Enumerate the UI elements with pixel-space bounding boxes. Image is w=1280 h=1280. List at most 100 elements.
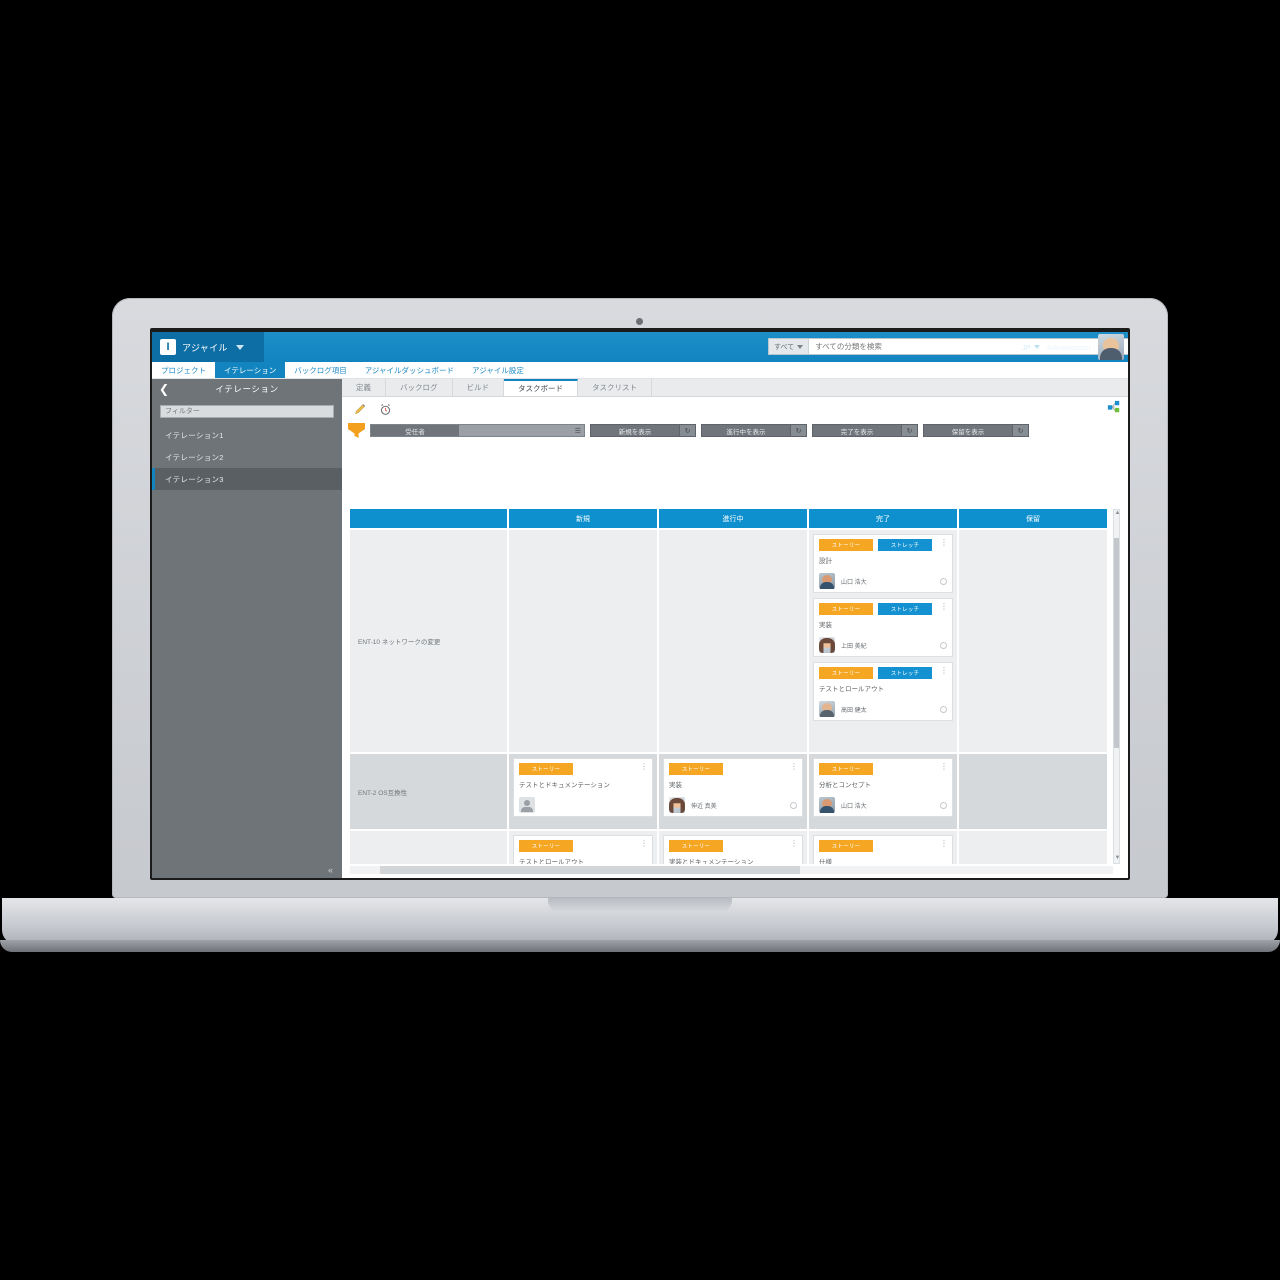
card-menu-icon[interactable]: ⋮ <box>640 763 648 771</box>
vertical-scrollbar[interactable]: ▲ ▼ <box>1113 509 1120 864</box>
card-badges: ストーリー ストレッチ <box>819 539 947 551</box>
board-column-header-done: 完了 <box>809 509 957 528</box>
tab-agile-settings[interactable]: アジャイル設定 <box>463 362 533 378</box>
card-title: 実装 <box>819 622 832 629</box>
tab-projects[interactable]: プロジェクト <box>152 362 215 378</box>
card-menu-icon[interactable]: ⋮ <box>790 763 798 771</box>
task-card[interactable]: ⋮ ストーリー 実装 伸近 真美 <box>663 758 803 817</box>
card-menu-icon[interactable]: ⋮ <box>940 667 948 675</box>
avatar <box>819 701 835 717</box>
laptop-base-notch <box>548 898 732 911</box>
task-card[interactable]: ⋮ ストーリー テストとロールアウト 高田 健太 <box>513 835 653 864</box>
sidebar-item-iteration3[interactable]: イテレーション3 <box>152 468 342 490</box>
card-title: 分析とコンセプト <box>819 782 871 789</box>
subtab-backlog[interactable]: バックログ <box>386 379 453 396</box>
avatar <box>519 797 535 813</box>
scroll-down-icon[interactable]: ▼ <box>1114 855 1120 863</box>
card-title: 実装 <box>669 782 682 789</box>
brand-menu[interactable]: I アジャイル <box>152 332 264 362</box>
board-cell-hold[interactable] <box>959 530 1107 752</box>
share-network-icon[interactable] <box>1107 400 1121 414</box>
board-column-header-new: 新規 <box>509 509 657 528</box>
toggle-show-new[interactable]: 新規を表示 ↻ <box>590 424 696 437</box>
toggle-show-done[interactable]: 完了を表示 ↻ <box>812 424 918 437</box>
filter-bar: 受任者 ☰ 新規を表示 ↻ 進行中を表示 ↻ 完了を表示 ↻ 保留を表示 ↻ <box>342 422 1128 439</box>
refresh-icon[interactable]: ↻ <box>790 425 806 436</box>
task-card[interactable]: ⋮ ストーリー テストとドキュメンテーション <box>513 758 653 817</box>
task-card[interactable]: ⋮ ストーリー 実装とドキュメンテーション 伸近 真美 <box>663 835 803 864</box>
refresh-icon[interactable]: ↻ <box>679 425 695 436</box>
refresh-icon[interactable]: ↻ <box>1012 425 1028 436</box>
card-title: テストとドキュメンテーション <box>519 782 610 789</box>
pencil-icon[interactable] <box>354 403 367 416</box>
assignee-filter-value[interactable]: ☰ <box>459 425 584 436</box>
main-tabs: プロジェクト イテレーション バックログ項目 アジャイルダッシュボード アジャイ… <box>152 362 1128 379</box>
tab-iterations[interactable]: イテレーション <box>215 362 286 378</box>
avatar[interactable] <box>1098 334 1124 360</box>
assignee-filter-label: 受任者 <box>371 425 459 436</box>
board-cell-done[interactable]: ⋮ ストーリー ストレッチ 設計 山口 浩大 ⋮ ストーリー ストレッチ 実装 … <box>809 530 957 752</box>
task-card[interactable]: ⋮ ストーリー ストレッチ 実装 上田 美紀 <box>813 598 953 657</box>
task-card[interactable]: ⋮ ストーリー 仕様 山口 浩大 <box>813 835 953 864</box>
scrollbar-thumb[interactable] <box>380 866 800 874</box>
refresh-icon[interactable]: ↻ <box>901 425 917 436</box>
subtab-definition[interactable]: 定義 <box>342 379 386 396</box>
board-cell-inprogress[interactable]: ⋮ ストーリー 実装とドキュメンテーション 伸近 真美 <box>659 831 807 864</box>
chevron-left-icon[interactable]: ❮ <box>159 382 169 396</box>
tab-agile-dashboard[interactable]: アジャイルダッシュボード <box>356 362 463 378</box>
card-menu-icon[interactable]: ⋮ <box>940 539 948 547</box>
horizontal-scrollbar[interactable] <box>350 866 1113 874</box>
scrollbar-thumb[interactable] <box>1114 538 1119 748</box>
card-badges: ストーリー ストレッチ <box>819 603 947 615</box>
board-cell-done[interactable]: ⋮ ストーリー 仕様 山口 浩大 <box>809 831 957 864</box>
card-menu-icon[interactable]: ⋮ <box>940 603 948 611</box>
card-menu-icon[interactable]: ⋮ <box>940 763 948 771</box>
subtab-taskboard[interactable]: タスクボード <box>504 379 578 396</box>
card-footer: 山口 浩大 <box>819 573 947 589</box>
table-row: ENT-10 ネットワークの変更 ⋮ ストーリー ストレッチ 設計 山口 浩大 … <box>350 530 1120 752</box>
search-scope-dropdown[interactable]: すべて <box>769 339 810 354</box>
board-row-title[interactable]: ENT-10 ネットワークの変更 <box>350 530 507 752</box>
avatar <box>669 797 685 813</box>
card-menu-icon[interactable]: ⋮ <box>790 840 798 848</box>
board-cell-hold[interactable] <box>959 754 1107 829</box>
alarm-clock-icon[interactable] <box>379 403 392 416</box>
list-icon: ☰ <box>574 427 581 435</box>
subtab-tasklist[interactable]: タスクリスト <box>578 379 652 396</box>
toggle-show-inprogress[interactable]: 進行中を表示 ↻ <box>701 424 807 437</box>
board-cell-new[interactable] <box>509 530 657 752</box>
scroll-up-icon[interactable]: ▲ <box>1114 510 1120 518</box>
board-cell-inprogress[interactable]: ⋮ ストーリー 実装 伸近 真美 <box>659 754 807 829</box>
card-badges: ストーリー <box>519 763 647 775</box>
task-card[interactable]: ⋮ ストーリー ストレッチ 設計 山口 浩大 <box>813 534 953 593</box>
status-badge: ストーリー <box>519 763 573 775</box>
task-card[interactable]: ⋮ ストーリー ストレッチ テストとロールアウト 高田 健太 <box>813 662 953 721</box>
sidebar-item-iteration2[interactable]: イテレーション2 <box>152 446 342 468</box>
chevron-down-icon <box>235 344 244 350</box>
language-selector[interactable]: JP <box>1022 343 1040 352</box>
sidebar-filter-input[interactable] <box>160 405 334 418</box>
board-cell-new[interactable]: ⋮ ストーリー テストとドキュメンテーション <box>509 754 657 829</box>
board-row-title[interactable]: ENT-7 ログインウィンドウ <box>350 831 507 864</box>
card-footer: 山口 浩大 <box>819 797 947 813</box>
status-badge: ストーリー <box>819 667 873 679</box>
funnel-icon[interactable] <box>348 423 365 438</box>
board-cell-inprogress[interactable] <box>659 530 807 752</box>
status-badge: ストーリー <box>819 603 873 615</box>
card-assignee: 上田 美紀 <box>841 643 867 650</box>
board-cell-new[interactable]: ⋮ ストーリー テストとロールアウト 高田 健太 <box>509 831 657 864</box>
card-menu-icon[interactable]: ⋮ <box>640 840 648 848</box>
user-name[interactable]: Administrator <box>1047 343 1091 352</box>
board-cell-done[interactable]: ⋮ ストーリー 分析とコンセプト 山口 浩大 <box>809 754 957 829</box>
assignee-filter[interactable]: 受任者 ☰ <box>370 424 585 437</box>
top-bar-right: JP Administrator <box>1022 332 1128 362</box>
card-menu-icon[interactable]: ⋮ <box>940 840 948 848</box>
sidebar-collapse-button[interactable]: « <box>152 861 342 878</box>
toggle-show-hold[interactable]: 保留を表示 ↻ <box>923 424 1029 437</box>
task-card[interactable]: ⋮ ストーリー 分析とコンセプト 山口 浩大 <box>813 758 953 817</box>
tab-backlog-items[interactable]: バックログ項目 <box>285 362 356 378</box>
board-cell-hold[interactable] <box>959 831 1107 864</box>
sidebar-item-iteration1[interactable]: イテレーション1 <box>152 424 342 446</box>
board-row-title[interactable]: ENT-2 OS互換性 <box>350 754 507 829</box>
subtab-build[interactable]: ビルド <box>453 379 504 396</box>
